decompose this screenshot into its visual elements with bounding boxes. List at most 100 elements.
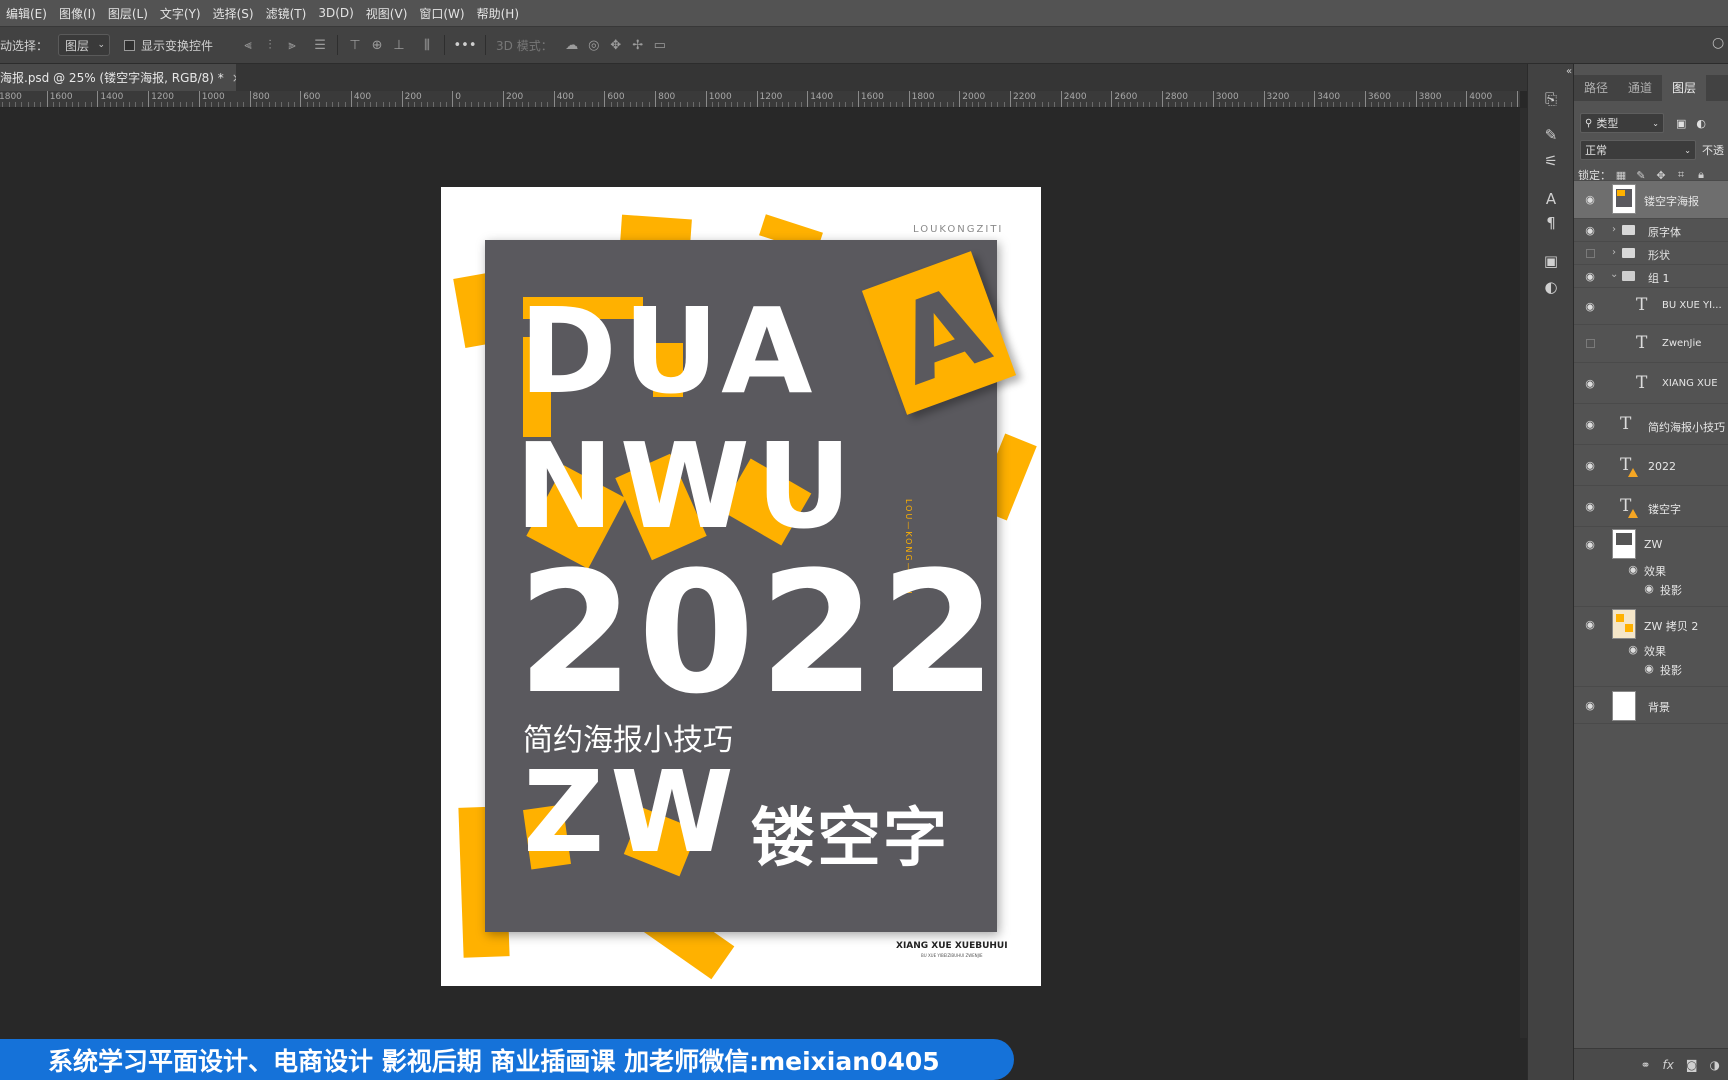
align-top-icon[interactable]: ⊤ [344, 34, 366, 56]
tab-channels[interactable]: 通道 [1618, 75, 1662, 101]
ruler-minor-tick [1124, 102, 1126, 107]
eye-icon[interactable]: ◉ [1583, 270, 1597, 283]
align-vcenter-icon[interactable]: ⊕ [366, 34, 388, 56]
eye-icon[interactable]: ◉ [1583, 300, 1597, 313]
align-right-icon[interactable]: ⫸ [281, 34, 303, 56]
eye-icon[interactable]: ◉ [1583, 538, 1597, 551]
tab-layers[interactable]: 图层 [1662, 75, 1707, 101]
layer-row[interactable]: ◉ T 镂空字 [1574, 485, 1728, 526]
ruler-minor-tick [978, 102, 980, 107]
menu-view[interactable]: 视图(V) [360, 5, 414, 22]
auto-select-dropdown[interactable]: 图层 ⌄ [58, 34, 111, 56]
menu-layer[interactable]: 图层(L) [102, 5, 154, 22]
brush-settings-icon[interactable]: ✎ [1540, 124, 1562, 146]
eye-icon[interactable]: ◉ [1583, 699, 1597, 712]
auto-select-label: 自动选择： [0, 38, 49, 53]
chevron-down-icon[interactable]: ⌄ [1610, 269, 1618, 280]
menu-window[interactable]: 窗口(W) [413, 5, 470, 22]
show-transform-checkbox[interactable]: 显示变换控件 [124, 37, 213, 54]
ruler-minor-tick [642, 102, 644, 107]
adjust-sliders-icon[interactable]: ⚟ [1540, 150, 1562, 172]
eye-icon[interactable]: ◉ [1642, 662, 1656, 675]
layer-row[interactable]: ◉ 镂空字海报 [1574, 180, 1728, 218]
menu-type[interactable]: 文字(Y) [154, 5, 207, 22]
ruler-minor-tick [528, 102, 530, 107]
layer-row[interactable]: ◉ 背景 [1574, 686, 1728, 724]
link-icon[interactable]: ⚭ [1640, 1058, 1650, 1072]
fx-icon[interactable]: fx [1663, 1058, 1674, 1072]
layer-row[interactable]: ◉ T XIANG XUE [1574, 362, 1728, 403]
eye-icon[interactable]: ◉ [1583, 500, 1597, 513]
close-icon[interactable]: × [232, 71, 236, 85]
layer-name: XIANG XUE [1662, 378, 1718, 389]
distribute-vertical-icon[interactable]: ⫼ [416, 34, 438, 56]
adjustments-icon[interactable]: ◐ [1540, 276, 1562, 298]
layer-row[interactable]: ◉ T 简约海报小技巧 [1574, 403, 1728, 444]
menu-filter[interactable]: 滤镜(T) [260, 5, 313, 22]
eye-icon[interactable]: ◉ [1626, 563, 1640, 576]
3d-roll-icon[interactable]: ◎ [583, 34, 605, 56]
3d-orbit-icon[interactable]: ☁ [561, 34, 583, 56]
checkbox-box[interactable] [124, 39, 136, 51]
menu-help[interactable]: 帮助(H) [471, 5, 525, 22]
distribute-icon[interactable]: ☰ [309, 34, 331, 56]
menu-3d[interactable]: 3D(D) [312, 6, 359, 20]
align-hcenter-icon[interactable]: ⫶ [259, 34, 281, 56]
libraries-icon[interactable]: ▣ [1540, 250, 1562, 272]
eye-icon[interactable]: ◉ [1626, 643, 1640, 656]
layer-row[interactable]: ◉ › 原字体 [1574, 218, 1728, 241]
menu-edit[interactable]: 编辑(E) [0, 5, 53, 22]
ruler-minor-tick [129, 102, 131, 107]
hidden-eye-box[interactable] [1586, 339, 1595, 348]
menu-select[interactable]: 选择(S) [207, 5, 260, 22]
ruler-minor-tick [433, 102, 435, 107]
character-icon[interactable]: A [1540, 188, 1562, 210]
ruler-minor-tick [319, 102, 321, 107]
layer-row[interactable]: › 形状 [1574, 241, 1728, 264]
eye-icon[interactable]: ◉ [1583, 224, 1597, 237]
ruler-tick-label: 600 [300, 91, 320, 107]
chevron-right-icon[interactable]: › [1612, 224, 1616, 235]
folder-icon [1622, 248, 1635, 258]
layer-row[interactable]: T ZwenJie [1574, 324, 1728, 362]
mask-icon[interactable]: ◙ [1686, 1058, 1698, 1072]
align-left-icon[interactable]: ⫷ [237, 34, 259, 56]
menu-image[interactable]: 图像(I) [53, 5, 102, 22]
search-icon[interactable]: ○ [1712, 35, 1728, 55]
3d-camera-icon[interactable]: ▭ [649, 34, 671, 56]
layer-row[interactable]: ◉ ZW 拷贝 2 ◉ 效果 ◉ 投影 [1574, 606, 1728, 686]
layer-row[interactable]: ◉ T 2022 [1574, 444, 1728, 485]
layer-row[interactable]: ◉ T BU XUE YI... [1574, 287, 1728, 324]
eye-icon[interactable]: ◉ [1583, 459, 1597, 472]
3d-drag-icon[interactable]: ✥ [605, 34, 627, 56]
adjustment-icon[interactable]: ◑ [1710, 1058, 1720, 1072]
eye-icon[interactable]: ◉ [1642, 582, 1656, 595]
layer-name: ZW 拷贝 2 [1644, 620, 1699, 633]
ruler-minor-tick [1257, 102, 1259, 107]
poster-line-1: DUA [519, 282, 819, 420]
eye-icon[interactable]: ◉ [1583, 193, 1597, 206]
layer-filter-dropdown[interactable]: ⚲ 类型 ⌄ [1580, 113, 1664, 133]
history-icon[interactable]: ⎘ [1540, 88, 1562, 110]
more-options-icon[interactable]: ••• [451, 34, 479, 56]
hidden-eye-box[interactable] [1586, 249, 1595, 258]
layer-row[interactable]: ◉ ZW ◉ 效果 ◉ 投影 [1574, 526, 1728, 606]
poster-hollow-text: 镂空字 [751, 802, 949, 876]
eye-icon[interactable]: ◉ [1583, 418, 1597, 431]
align-bottom-icon[interactable]: ⊥ [388, 34, 410, 56]
horizontal-ruler[interactable]: 1800 1600 1400 1200 1000 800 600 400 200 0 200 400 6… [0, 91, 1520, 108]
ruler-minor-tick [1244, 102, 1246, 107]
tab-paths[interactable]: 路径 [1574, 75, 1618, 101]
layer-row[interactable]: ◉ ⌄ 组 1 [1574, 264, 1728, 287]
eye-icon[interactable]: ◉ [1583, 377, 1597, 390]
poster-document[interactable]: LOUKONGZITI DUA A NWU LOU—KONG—ZITI 2022… [441, 187, 1041, 986]
chevron-right-icon[interactable]: › [1612, 247, 1616, 258]
blend-mode-dropdown[interactable]: 正常 ⌄ [1580, 140, 1696, 160]
vertical-scrollbar[interactable] [1520, 108, 1527, 1038]
paragraph-icon[interactable]: ¶ [1540, 212, 1562, 234]
eye-icon[interactable]: ◉ [1583, 618, 1597, 631]
3d-slide-icon[interactable]: ✢ [627, 34, 649, 56]
document-tab[interactable]: 海报.psd @ 25% (镂空字海报, RGB/8) * × [0, 64, 236, 91]
filter-image-icon[interactable]: ▣ [1676, 117, 1686, 130]
filter-adjust-icon[interactable]: ◐ [1696, 117, 1706, 130]
